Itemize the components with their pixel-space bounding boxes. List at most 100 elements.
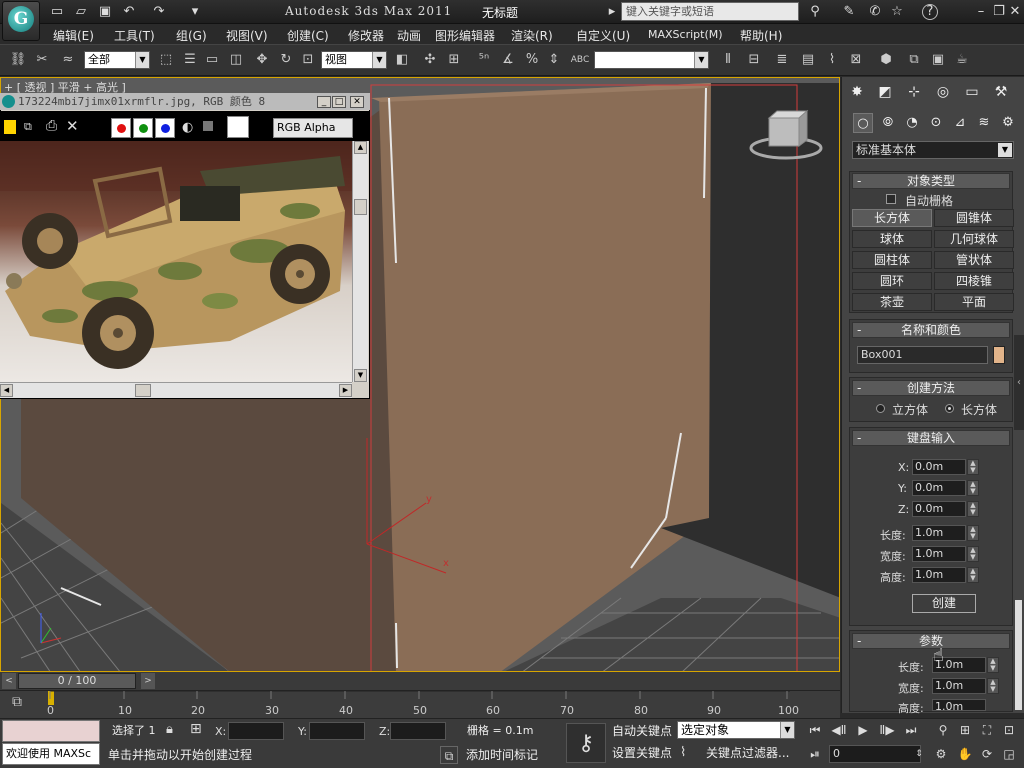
time-slider[interactable]: 0 / 100	[18, 673, 136, 689]
autogrid-checkbox[interactable]	[886, 194, 896, 204]
blue-channel-button[interactable]	[155, 118, 175, 138]
pyramid-button[interactable]: 四棱锥	[934, 272, 1014, 290]
redo-icon[interactable]: ↷	[150, 3, 168, 21]
keyboard-shortcut-icon[interactable]: ⊞	[444, 50, 464, 70]
render-frame-window-icon[interactable]: ▣	[928, 50, 948, 70]
rect-selection-icon[interactable]: ▭	[202, 50, 222, 70]
kb-y-spinner-icon[interactable]: ▲ ▼	[967, 480, 979, 496]
kb-width-spinner-icon[interactable]: ▲ ▼	[967, 546, 979, 562]
torus-button[interactable]: 圆环	[852, 272, 932, 290]
select-link-icon[interactable]: ⛓	[8, 50, 28, 70]
save-file-icon[interactable]: ▣	[96, 3, 114, 21]
cone-button[interactable]: 圆锥体	[934, 209, 1014, 227]
hscroll-thumb[interactable]	[135, 384, 151, 397]
menu-group[interactable]: 组(G)	[176, 27, 207, 44]
rotate-icon[interactable]: ↻	[276, 50, 296, 70]
select-by-name-icon[interactable]: ☰	[180, 50, 200, 70]
alpha-channel-icon[interactable]: ◐	[182, 120, 193, 135]
subscription-icon[interactable]: ✎	[840, 3, 858, 21]
maxscript-listener-input[interactable]	[2, 720, 100, 742]
geometry-icon[interactable]: ○	[853, 113, 873, 133]
box-radio[interactable]	[945, 404, 954, 413]
clear-icon[interactable]: ✕	[66, 117, 79, 135]
key-mode-icon[interactable]: ⌇	[680, 745, 686, 760]
parameters-header[interactable]: - 参数	[852, 633, 1010, 649]
scroll-right-icon[interactable]: ▶	[339, 384, 352, 397]
lights-icon[interactable]: ◔	[902, 113, 922, 133]
key-filter-selection-dropdown[interactable]: 选定对象 ▼	[677, 721, 795, 739]
time-prev-icon[interactable]: <	[2, 673, 16, 689]
go-to-start-icon[interactable]: ⏮	[806, 721, 824, 739]
pivot-center-icon[interactable]: ◧	[392, 50, 412, 70]
new-file-icon[interactable]: ▭	[48, 3, 66, 21]
object-name-input[interactable]: Box001	[857, 346, 988, 364]
plane-button[interactable]: 平面	[934, 293, 1014, 311]
menu-graph-editors[interactable]: 图形编辑器	[435, 27, 495, 44]
kb-width-input[interactable]: 1.0m	[912, 546, 966, 562]
pan-icon[interactable]: ✋	[956, 745, 974, 763]
search-input[interactable]: 键入关键字或短语	[621, 2, 799, 21]
menu-views[interactable]: 视图(V)	[226, 27, 268, 44]
tube-button[interactable]: 管状体	[934, 251, 1014, 269]
panel-collapse-tab[interactable]: ‹	[1014, 335, 1024, 430]
cameras-icon[interactable]: ⊙	[926, 113, 946, 133]
kb-z-input[interactable]: 0.0m	[912, 501, 966, 517]
app-menu-button[interactable]: G	[2, 1, 40, 41]
undo-icon[interactable]: ↶	[120, 3, 138, 21]
favorites-star-icon[interactable]: ☆	[888, 3, 906, 21]
modify-tab-icon[interactable]: ◩	[874, 81, 896, 103]
set-key-button[interactable]: 设置关键点	[612, 743, 672, 763]
menu-maxscript[interactable]: MAXScript(M)	[648, 28, 723, 41]
unlink-icon[interactable]: ✂	[32, 50, 52, 70]
kb-x-spinner-icon[interactable]: ▲ ▼	[967, 459, 979, 475]
selection-lock-icon[interactable]: 🔒︎	[166, 722, 173, 737]
edit-named-selection-icon[interactable]: ABC	[570, 50, 590, 70]
play-icon[interactable]: ▶	[854, 721, 872, 739]
maximize-viewport-icon[interactable]: ◲	[1000, 745, 1018, 763]
command-panel-scrollbar[interactable]	[1015, 600, 1022, 710]
zoom-icon[interactable]: ⚲	[934, 721, 952, 739]
key-mode-toggle-icon[interactable]: ⏯	[806, 745, 824, 763]
cube-radio[interactable]	[876, 404, 885, 413]
save-image-icon[interactable]	[4, 120, 16, 134]
percent-snap-icon[interactable]: %	[522, 50, 542, 70]
quick-access-dropdown-icon[interactable]: ▾	[186, 3, 204, 21]
select-manipulate-icon[interactable]: ✣	[420, 50, 440, 70]
frame-spinner-icon[interactable]: ⇕	[910, 745, 928, 763]
utilities-tab-icon[interactable]: ⚒	[990, 81, 1012, 103]
angle-snap-icon[interactable]: ∡	[498, 50, 518, 70]
graphite-toolbar-icon[interactable]: ▤	[798, 50, 818, 70]
print-icon[interactable]: ⎙	[46, 118, 57, 134]
channel-display-dropdown[interactable]: RGB Alpha	[273, 118, 353, 138]
helpers-icon[interactable]: ⊿	[950, 113, 970, 133]
viewer-maximize-icon[interactable]: □	[332, 96, 346, 108]
time-tag-icon[interactable]: ⧉	[440, 746, 458, 764]
hierarchy-tab-icon[interactable]: ⊹	[903, 81, 925, 103]
render-setup-icon[interactable]: ⧉	[904, 50, 924, 70]
named-selection-dropdown[interactable]: ▼	[594, 51, 709, 69]
help-icon[interactable]: ?	[922, 4, 938, 20]
bind-space-warp-icon[interactable]: ≈	[58, 50, 78, 70]
menu-animation[interactable]: 动画	[397, 27, 421, 44]
render-production-icon[interactable]: ☕	[952, 50, 972, 70]
scroll-down-icon[interactable]: ▼	[354, 369, 367, 382]
zoom-extents-all-icon[interactable]: ⊡	[1000, 721, 1018, 739]
curve-editor-icon[interactable]: ⌇	[822, 50, 842, 70]
align-icon[interactable]: ⊟	[744, 50, 764, 70]
absolute-mode-icon[interactable]: ⊞	[190, 721, 202, 737]
scroll-up-icon[interactable]: ▲	[354, 141, 367, 154]
time-config-icon[interactable]: ⚙	[932, 745, 950, 763]
param-height-input[interactable]: 1.0m	[932, 699, 986, 713]
object-type-header[interactable]: - 对象类型	[852, 173, 1010, 189]
zoom-all-icon[interactable]: ⊞	[956, 721, 974, 739]
window-crossing-icon[interactable]: ◫	[226, 50, 246, 70]
coord-y-input[interactable]	[309, 722, 365, 740]
shapes-icon[interactable]: ⦾	[878, 113, 898, 133]
kb-y-input[interactable]: 0.0m	[912, 480, 966, 496]
object-color-swatch[interactable]	[993, 346, 1005, 364]
material-editor-icon[interactable]: ⬢	[876, 50, 896, 70]
menu-customize[interactable]: 自定义(U)	[576, 27, 630, 44]
param-width-input[interactable]: 1.0m	[932, 678, 986, 694]
key-filters-button[interactable]: 关键点过滤器...	[706, 743, 789, 763]
menu-create[interactable]: 创建(C)	[287, 27, 329, 44]
